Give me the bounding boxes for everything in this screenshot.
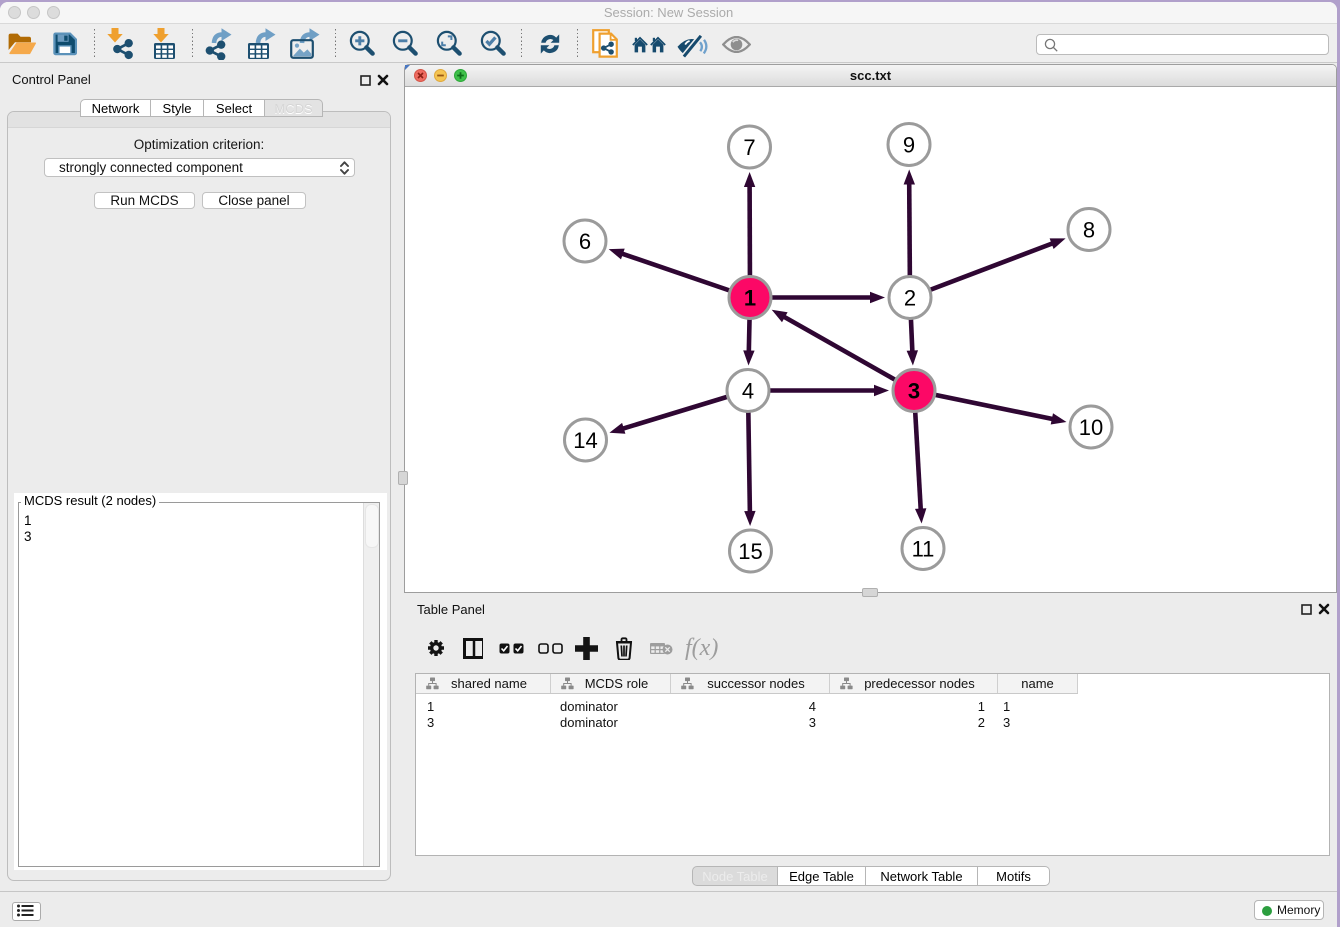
svg-text:6: 6 [579, 229, 591, 254]
svg-text:1: 1 [744, 285, 756, 310]
svg-text:15: 15 [738, 539, 762, 564]
svg-text:4: 4 [742, 378, 754, 403]
svg-text:11: 11 [912, 536, 935, 561]
svg-text:7: 7 [743, 135, 755, 160]
svg-text:8: 8 [1083, 217, 1095, 242]
svg-text:14: 14 [573, 428, 597, 453]
svg-text:2: 2 [904, 285, 916, 310]
svg-text:3: 3 [908, 378, 920, 403]
svg-text:10: 10 [1079, 415, 1103, 440]
svg-text:9: 9 [903, 132, 915, 157]
